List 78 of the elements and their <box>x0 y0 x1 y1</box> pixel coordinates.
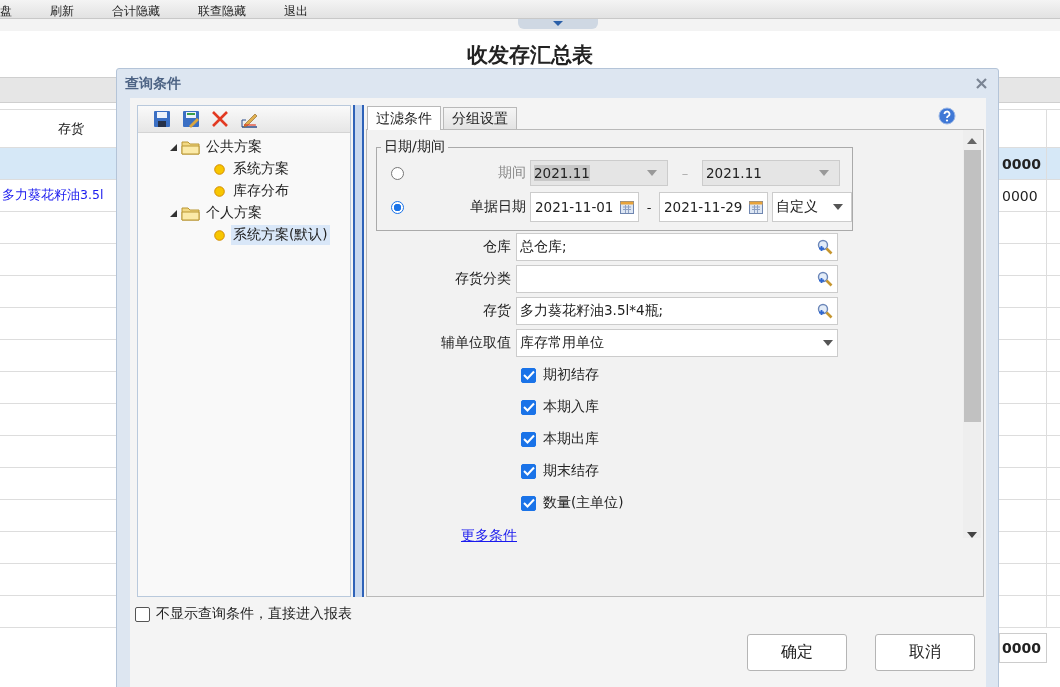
toolbar-item[interactable]: 刷新 <box>50 4 74 18</box>
search-icon[interactable] <box>817 271 833 287</box>
dot-icon <box>214 185 225 197</box>
date-field[interactable]: 2021-11-01 <box>530 192 639 222</box>
dialog-button[interactable]: 取消 <box>875 634 975 671</box>
checkbox[interactable] <box>521 431 536 447</box>
tab[interactable]: 过滤条件 <box>367 106 441 130</box>
table-cell: 0000 <box>1002 187 1038 204</box>
save-icon[interactable] <box>153 110 171 128</box>
checkbox-label: 数量(主单位) <box>543 494 624 512</box>
field-label: 存货 <box>482 302 511 320</box>
checkbox-label: 不显示查询条件，直接进入报表 <box>156 605 352 623</box>
checkbox-label: 期初结存 <box>543 366 599 384</box>
toolbar-item[interactable]: 盘 <box>0 4 12 18</box>
checkbox[interactable] <box>521 463 536 479</box>
checkbox-label: 本期出库 <box>543 430 599 448</box>
dialog-button[interactable]: 确定 <box>747 634 847 671</box>
item-link[interactable]: 多力葵花籽油3.5l <box>2 187 104 202</box>
dialog-title: 查询条件 <box>125 74 181 93</box>
save-as-icon[interactable] <box>182 110 200 128</box>
tab[interactable]: 分组设置 <box>443 107 517 129</box>
range-separator: - <box>645 199 653 215</box>
toolbar-item[interactable]: 联查隐藏 <box>198 4 246 18</box>
checkbox[interactable] <box>521 367 536 383</box>
lookup-field[interactable]: 多力葵花籽油3.5l*4瓶; <box>516 297 838 325</box>
expand-arrow-icon[interactable] <box>170 209 177 217</box>
collapse-handle-icon[interactable] <box>518 19 598 29</box>
option-label: 期间 <box>497 164 526 182</box>
folder-icon <box>181 139 200 155</box>
folder-icon <box>181 205 200 221</box>
toolbar-item[interactable]: 退出 <box>284 4 308 18</box>
delete-icon[interactable] <box>211 110 229 128</box>
close-icon[interactable] <box>976 78 987 89</box>
group-title: 日期/期间 <box>383 138 446 156</box>
table-cell: 0000 <box>1002 155 1041 172</box>
checkbox-label: 本期入库 <box>543 398 599 416</box>
toolbar-item[interactable]: 合计隐藏 <box>112 4 160 18</box>
field-label: 辅单位取值 <box>440 334 511 352</box>
option-label: 单据日期 <box>469 198 526 216</box>
range-separator: – <box>680 165 690 181</box>
checkbox[interactable] <box>135 606 150 622</box>
search-icon[interactable] <box>817 303 833 319</box>
checkbox[interactable] <box>521 495 536 511</box>
tree-item[interactable]: 系统方案(默认) <box>231 225 330 245</box>
caret-icon <box>823 340 833 346</box>
search-icon[interactable] <box>817 239 833 255</box>
dot-icon <box>214 163 225 175</box>
checkbox-label: 期末结存 <box>543 462 599 480</box>
lookup-field[interactable]: 总仓库; <box>516 233 838 261</box>
calendar-icon[interactable] <box>620 200 634 214</box>
splitter[interactable] <box>353 105 364 597</box>
calendar-icon[interactable] <box>749 200 763 214</box>
date-field[interactable]: 2021-11-29 <box>659 192 768 222</box>
radio-button[interactable] <box>391 200 404 214</box>
tree-item[interactable]: 库存分布 <box>231 181 291 201</box>
caret-icon <box>833 204 843 210</box>
help-icon[interactable] <box>938 107 956 125</box>
tree-item[interactable]: 系统方案 <box>231 159 291 179</box>
more-conditions-link[interactable]: 更多条件 <box>461 527 517 545</box>
caret-icon <box>647 170 657 176</box>
scroll-down-icon[interactable] <box>967 532 977 538</box>
caret-icon <box>819 170 829 176</box>
expand-arrow-icon[interactable] <box>170 143 177 151</box>
dot-icon <box>214 229 225 241</box>
unit-select[interactable]: 库存常用单位 <box>516 329 838 357</box>
range-select[interactable]: 自定义 <box>772 192 852 222</box>
column-header: 存货 <box>57 119 85 138</box>
total-cell: 0000 <box>999 633 1047 663</box>
field-label: 存货分类 <box>454 270 511 288</box>
field-label: 仓库 <box>482 238 511 256</box>
tree-folder[interactable]: 个人方案 <box>204 203 264 223</box>
report-title: 收发存汇总表 <box>466 41 594 69</box>
scroll-up-icon[interactable] <box>967 138 977 144</box>
scrollbar[interactable] <box>963 130 981 538</box>
lookup-field[interactable] <box>516 265 838 293</box>
tree-folder[interactable]: 公共方案 <box>204 137 264 157</box>
scroll-thumb[interactable] <box>963 150 981 422</box>
checkbox[interactable] <box>521 399 536 415</box>
